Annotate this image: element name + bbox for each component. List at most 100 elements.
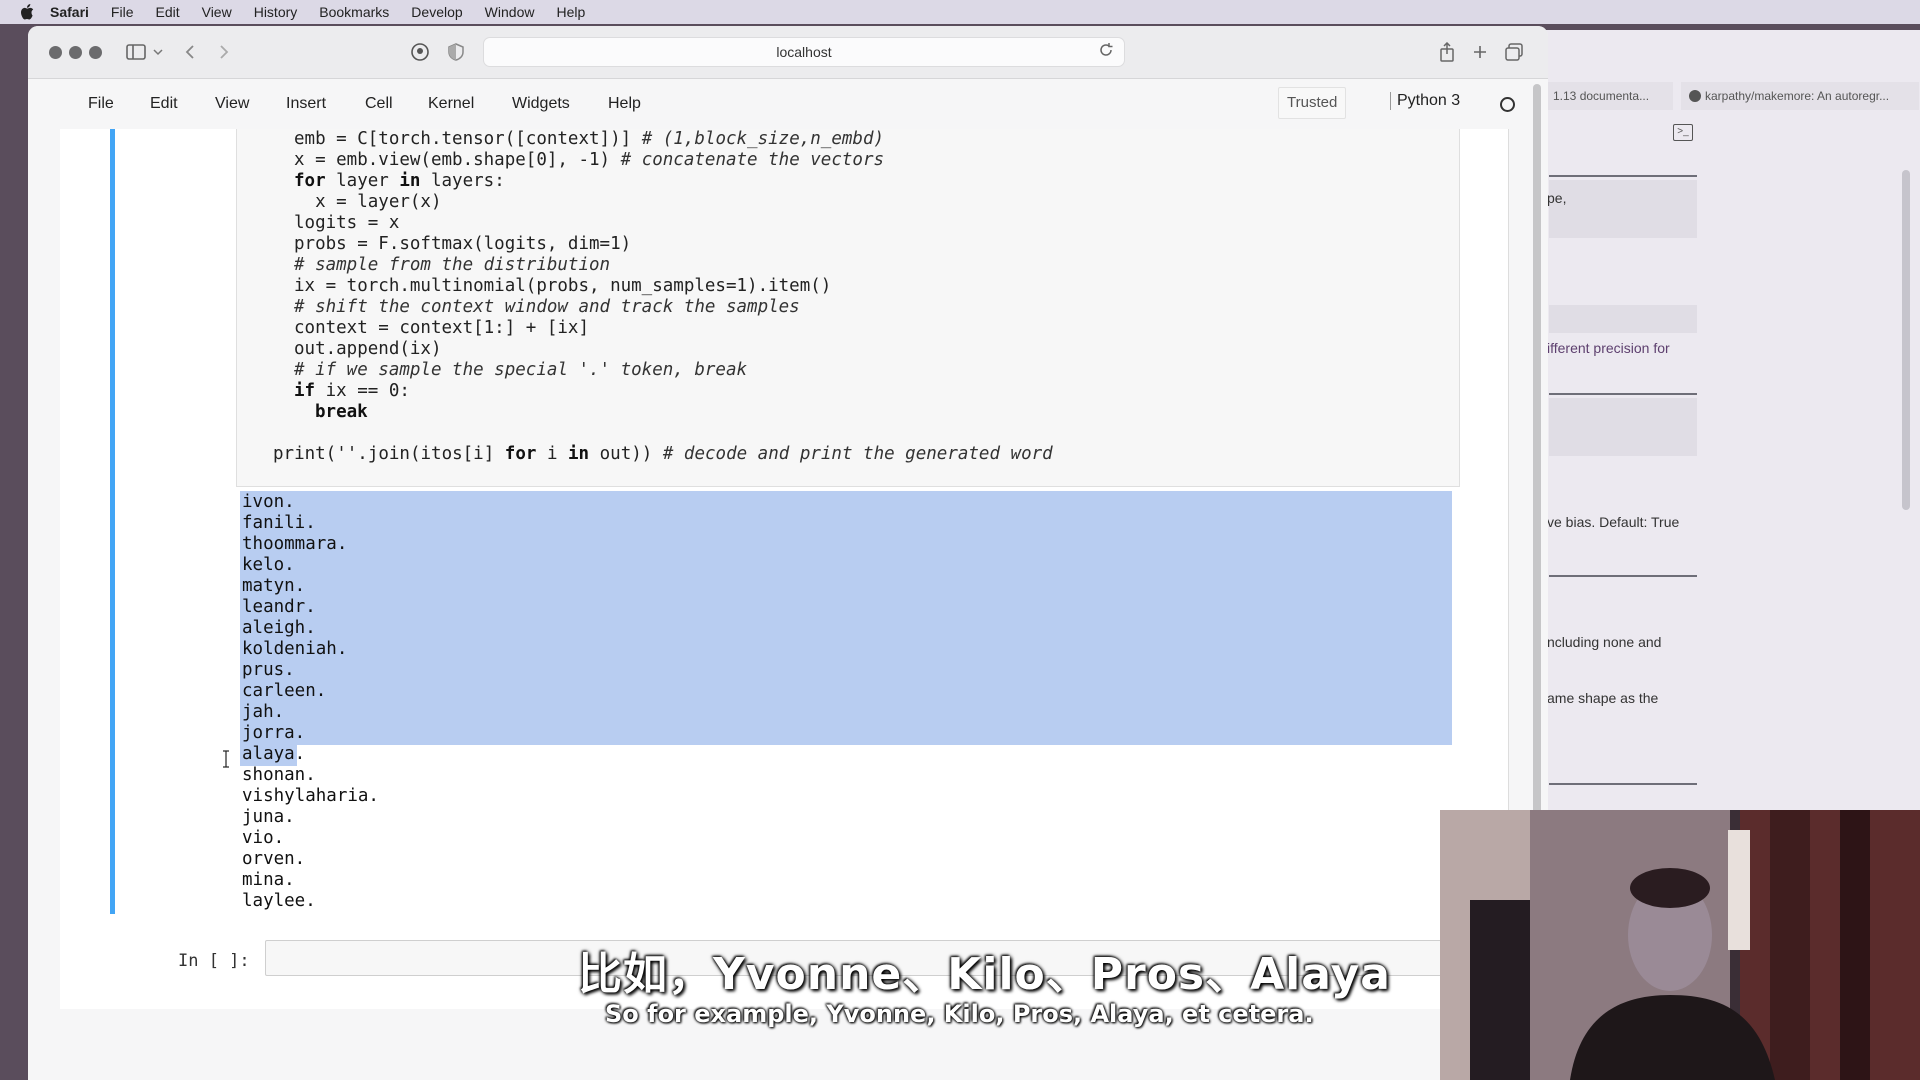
output-line: prus.: [242, 660, 295, 680]
jupyter-menu-file[interactable]: File: [88, 95, 114, 113]
docs-snippet: ncluding none and: [1547, 634, 1662, 650]
output-line: jorra.: [242, 723, 306, 743]
docs-divider: [1549, 575, 1697, 577]
code-line: ix = torch.multinomial(probs, num_sample…: [294, 276, 832, 296]
apple-menu-icon[interactable]: [18, 3, 36, 21]
output-line: carleen.: [242, 681, 327, 701]
tab-overview-icon[interactable]: [1502, 40, 1526, 64]
kernel-status-icon: [1500, 97, 1515, 112]
docs-block: [1549, 305, 1697, 333]
share-icon[interactable]: [1435, 40, 1459, 64]
input-prompt: In [ ]:: [178, 951, 250, 971]
browser-toolbar: localhost: [28, 26, 1548, 79]
menu-develop[interactable]: Develop: [411, 4, 462, 20]
docs-block: [1549, 398, 1697, 456]
output-line: thoommara.: [242, 534, 348, 554]
zoom-window-button[interactable]: [89, 46, 102, 59]
back-icon[interactable]: [178, 40, 202, 64]
subtitle-english: So for example, Yvonne, Kilo, Pros, Alay…: [605, 1000, 1314, 1028]
code-line: print(''.join(itos[i] for i in out)) # d…: [273, 444, 1053, 464]
code-line: context = context[1:] + [ix]: [294, 318, 590, 338]
output-line: orven.: [242, 849, 306, 869]
minimize-window-button[interactable]: [69, 46, 82, 59]
url-text: localhost: [776, 44, 832, 60]
output-line: kelo.: [242, 555, 295, 575]
docs-divider: [1549, 783, 1697, 785]
webcam-overlay: [1440, 810, 1920, 1080]
github-icon: [1689, 90, 1701, 102]
menu-edit[interactable]: Edit: [155, 4, 179, 20]
output-line: juna.: [242, 807, 295, 827]
output-line: matyn.: [242, 576, 306, 596]
jupyter-menu-cell[interactable]: Cell: [365, 95, 393, 113]
output-line: ivon.: [242, 492, 295, 512]
output-line: alaya.: [242, 744, 306, 764]
trusted-indicator[interactable]: Trusted: [1278, 87, 1347, 119]
safari-window: localhost File Edit View Insert Cell Ker…: [28, 26, 1548, 1080]
code-line: emb = C[torch.tensor([context])] # (1,bl…: [294, 129, 885, 149]
new-tab-icon[interactable]: [1468, 40, 1492, 64]
output-line: shonan.: [242, 765, 316, 785]
code-line: break: [315, 402, 368, 422]
jupyter-menu-kernel[interactable]: Kernel: [428, 95, 474, 113]
jupyter-menu-edit[interactable]: Edit: [150, 95, 178, 113]
sidebar-toggle-icon[interactable]: [124, 40, 148, 64]
code-line: for layer in layers:: [294, 171, 505, 191]
output-line: mina.: [242, 870, 295, 890]
menu-history[interactable]: History: [254, 4, 298, 20]
docs-snippet: ame shape as the: [1547, 690, 1659, 706]
code-comment: # sample from the distribution: [294, 255, 611, 275]
output-line: vishylaharia.: [242, 786, 379, 806]
docs-tab-pytorch[interactable]: 1.13 documenta...: [1545, 82, 1673, 110]
output-line: aleigh.: [242, 618, 316, 638]
menu-file[interactable]: File: [111, 4, 134, 20]
code-line: logits = x: [294, 213, 400, 233]
subtitle-chinese: 比如，Yvonne、Kilo、Pros、Alaya: [578, 949, 1391, 1000]
menu-help[interactable]: Help: [556, 4, 585, 20]
menu-app-name[interactable]: Safari: [50, 4, 89, 20]
output-line: fanili.: [242, 513, 316, 533]
jupyter-menu-help[interactable]: Help: [608, 95, 641, 113]
notebook-area: emb = C[torch.tensor([context])] # (1,bl…: [60, 129, 1510, 1009]
forward-icon[interactable]: [212, 40, 236, 64]
output-line: vio.: [242, 828, 285, 848]
menu-window[interactable]: Window: [485, 4, 535, 20]
code-editor[interactable]: emb = C[torch.tensor([context])] # (1,bl…: [236, 129, 1460, 487]
menu-view[interactable]: View: [202, 4, 232, 20]
docs-snippet: ifferent precision for: [1547, 340, 1670, 356]
text-selection-highlight: [240, 491, 1452, 745]
code-line: x = layer(x): [294, 192, 442, 212]
kernel-name[interactable]: Python 3: [1390, 92, 1460, 110]
reload-icon[interactable]: [1098, 42, 1116, 60]
docs-scrollbar[interactable]: [1902, 170, 1910, 510]
output-line: laylee.: [242, 891, 316, 911]
terminal-icon[interactable]: >_: [1673, 124, 1693, 141]
docs-snippet: ve bias. Default: True: [1547, 514, 1680, 530]
cell-selection-bar: [110, 129, 115, 914]
close-window-button[interactable]: [49, 46, 62, 59]
jupyter-menu-insert[interactable]: Insert: [286, 95, 326, 113]
code-line: probs = F.softmax(logits, dim=1): [294, 234, 632, 254]
code-comment: # shift the context window and track the…: [294, 297, 800, 317]
address-bar[interactable]: localhost: [483, 37, 1125, 67]
text-cursor-icon: [221, 750, 231, 768]
macos-menu-bar: Safari File Edit View History Bookmarks …: [0, 0, 1920, 24]
chevron-down-icon[interactable]: [146, 40, 170, 64]
code-comment: # if we sample the special '.' token, br…: [294, 360, 748, 380]
output-line: leandr.: [242, 597, 316, 617]
docs-tab-makemore[interactable]: karpathy/makemore: An autoregr...: [1681, 82, 1919, 110]
code-line: x = emb.view(emb.shape[0], -1) # concate…: [294, 150, 885, 170]
docs-divider: [1549, 175, 1697, 177]
code-line: out.append(ix): [294, 339, 442, 359]
output-line: koldeniah.: [242, 639, 348, 659]
docs-divider: [1549, 393, 1697, 395]
output-line: jah.: [242, 702, 285, 722]
menu-bookmarks[interactable]: Bookmarks: [319, 4, 389, 20]
documentation-pane: 1.13 documenta... karpathy/makemore: An …: [1545, 30, 1920, 810]
code-line: if ix == 0:: [294, 381, 410, 401]
docs-snippet: pe,: [1547, 190, 1567, 206]
jupyter-menu-widgets[interactable]: Widgets: [512, 95, 570, 113]
jupyter-menu-view[interactable]: View: [215, 95, 249, 113]
shield-icon[interactable]: [444, 40, 468, 64]
privacy-report-icon[interactable]: [408, 40, 432, 64]
